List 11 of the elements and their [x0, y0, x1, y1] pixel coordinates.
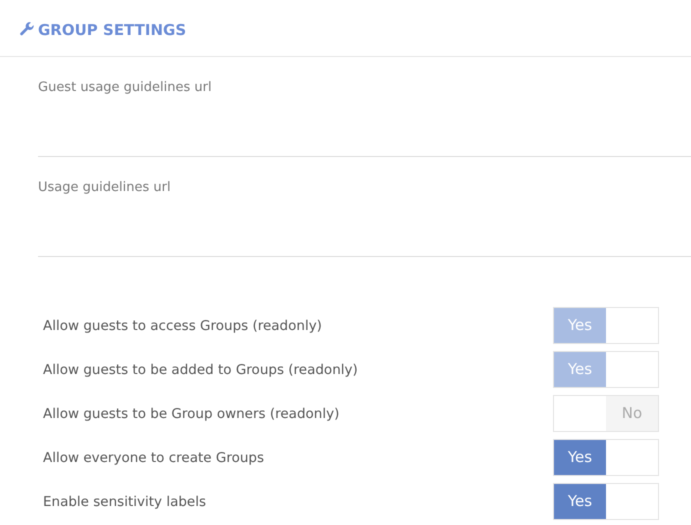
setting-label: Allow guests to access Groups (readonly)	[43, 317, 322, 336]
wrench-icon	[20, 22, 34, 36]
url-field[interactable]: Guest usage guidelines url	[38, 57, 691, 157]
url-field[interactable]: Usage guidelines url	[38, 157, 691, 257]
setting-label: Allow everyone to create Groups	[43, 449, 264, 468]
yes-no-toggle[interactable]: Yes	[553, 483, 659, 520]
setting-label: Enable sensitivity labels	[43, 493, 206, 512]
setting-label: Allow guests to be added to Groups (readonly)	[43, 361, 358, 380]
yes-no-toggle[interactable]: Yes	[553, 439, 659, 476]
setting-label: Allow guests to be Group owners (readonly)	[43, 405, 340, 424]
section-title: GROUP SETTINGS	[38, 20, 186, 41]
